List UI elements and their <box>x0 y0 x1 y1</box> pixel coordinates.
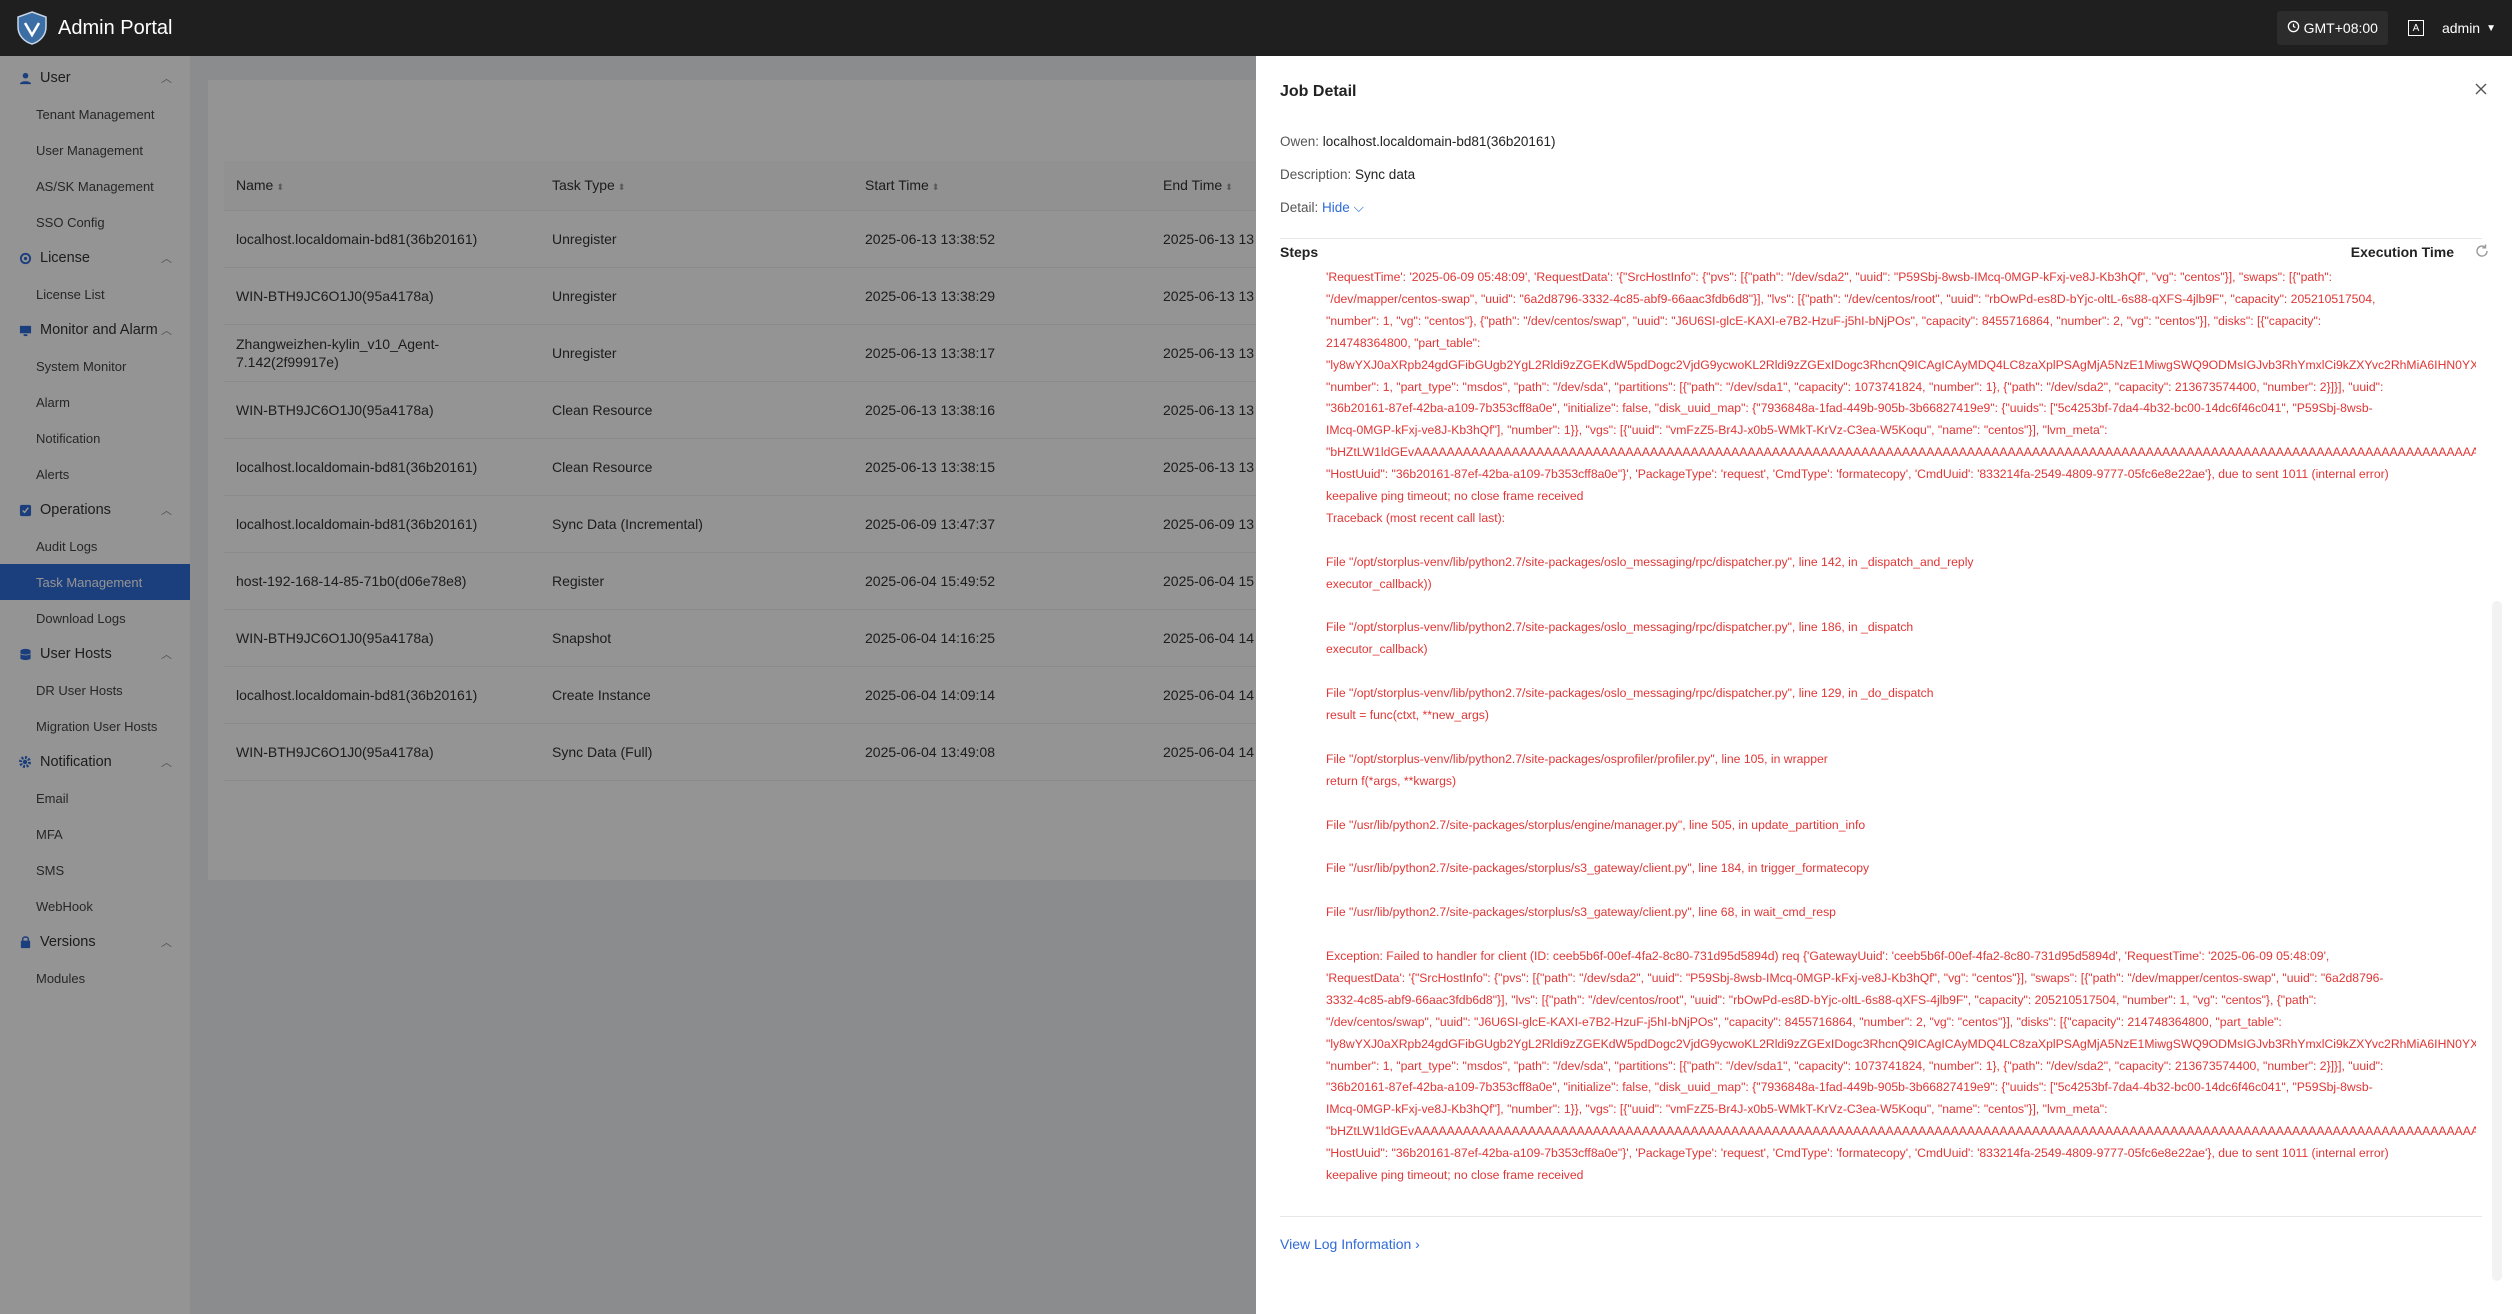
scrollbar[interactable] <box>2492 601 2502 1281</box>
log-line: "bHZtLW1ldGEvAAAAAAAAAAAAAAAAAAAAAAAAAAA… <box>1326 445 2476 460</box>
log-line: "36b20161-87ef-42ba-a109-7b353cff8a0e", … <box>1326 1080 2373 1095</box>
app-title: Admin Portal <box>58 16 173 39</box>
clock-icon <box>2287 20 2300 36</box>
log-line: "number": 1, "vg": "centos"}, {"path": "… <box>1326 313 2322 328</box>
description-row: Description: Sync data <box>1280 167 1415 182</box>
drawer-title: Job Detail <box>1280 83 1357 100</box>
log-line: File "/opt/storplus-venv/lib/python2.7/s… <box>1326 686 1934 701</box>
log-line: Traceback (most recent call last): <box>1326 510 1506 525</box>
log-line: "bHZtLW1ldGEvAAAAAAAAAAAAAAAAAAAAAAAAAAA… <box>1326 1124 2476 1139</box>
log-line: keepalive ping timeout; no close frame r… <box>1326 1168 1584 1183</box>
log-line: IMcq-0MGP-kFxj-ve8J-Kb3hQf"], "number": … <box>1326 1102 2108 1117</box>
log-line: "/dev/mapper/centos-swap", "uuid": "6a2d… <box>1326 291 2376 306</box>
log-line: Exception: Failed to handler for client … <box>1326 948 2330 963</box>
log-line: result = func(ctxt, **new_args) <box>1326 708 1489 723</box>
log-line: return f(*args, **kwargs) <box>1326 773 1457 788</box>
user-menu[interactable]: admin <box>2442 20 2480 36</box>
log-line: File "/opt/storplus-venv/lib/python2.7/s… <box>1326 751 1828 766</box>
log-line: keepalive ping timeout; no close frame r… <box>1326 489 1584 504</box>
divider <box>1280 1216 2482 1217</box>
log-line: IMcq-0MGP-kFxj-ve8J-Kb3hQf"], "number": … <box>1326 423 2108 438</box>
owner-value: localhost.localdomain-bd81(36b20161) <box>1322 134 1556 149</box>
log-line: "ly8wYXJ0aXRpb24gdGFibGUgb2YgL2Rldi9zZGE… <box>1326 357 2476 372</box>
execution-time-label: Execution Time <box>2350 244 2454 260</box>
log-line: executor_callback) <box>1326 642 1428 657</box>
log-line: File "/usr/lib/python2.7/site-packages/s… <box>1326 861 1870 876</box>
log-line: 3332-4c85-abf9-66aac3fdb6d8"}], "lvs": [… <box>1326 992 2317 1007</box>
log-line: 'RequestData': '{"SrcHostInfo": {"pvs": … <box>1326 970 2384 985</box>
log-line: "number": 1, "part_type": "msdos", "path… <box>1326 379 2384 394</box>
timezone-label: GMT+08:00 <box>2303 20 2378 36</box>
owner-row: Owen: localhost.localdomain-bd81(36b2016… <box>1280 134 1555 149</box>
log-line: File "/usr/lib/python2.7/site-packages/s… <box>1326 817 1866 832</box>
view-log-information-link[interactable]: View Log Information › <box>1280 1236 1420 1252</box>
refresh-icon[interactable] <box>2474 243 2490 259</box>
chevron-down-icon: ⌵ <box>1353 200 1364 215</box>
steps-label: Steps <box>1280 244 1319 260</box>
job-detail-drawer: Job Detail Owen: localhost.localdomain-b… <box>1256 56 2512 1314</box>
log-line: File "/opt/storplus-venv/lib/python2.7/s… <box>1326 620 1914 635</box>
log-line: "/dev/centos/swap", "uuid": "J6U6SI-glcE… <box>1326 1014 2282 1029</box>
log-line: "HostUuid": "36b20161-87ef-42ba-a109-7b3… <box>1326 1146 2389 1161</box>
log-line: File "/usr/lib/python2.7/site-packages/s… <box>1326 905 1836 920</box>
detail-label: Detail: <box>1280 200 1319 215</box>
description-label: Description: <box>1280 167 1352 182</box>
log-line: File "/opt/storplus-venv/lib/python2.7/s… <box>1326 554 1974 569</box>
error-log-text: 'RequestTime': '2025-06-09 05:48:09', 'R… <box>1326 267 2476 1257</box>
close-icon[interactable] <box>2474 82 2492 100</box>
chevron-down-icon[interactable]: ▼ <box>2486 23 2496 34</box>
log-line: "ly8wYXJ0aXRpb24gdGFibGUgb2YgL2Rldi9zZGE… <box>1326 1036 2476 1051</box>
log-line: "HostUuid": "36b20161-87ef-42ba-a109-7b3… <box>1326 467 2389 482</box>
language-icon[interactable]: A <box>2407 20 2424 36</box>
log-line: "36b20161-87ef-42ba-a109-7b353cff8a0e", … <box>1326 401 2373 416</box>
divider <box>1280 238 2482 239</box>
log-line: 'RequestTime': '2025-06-09 05:48:09', 'R… <box>1326 270 2333 284</box>
chevron-right-icon: › <box>1415 1236 1420 1252</box>
detail-row: Detail: Hide ⌵ <box>1280 200 1364 216</box>
log-line: executor_callback)) <box>1326 576 1432 591</box>
top-header: Admin Portal GMT+08:00 A admin ▼ <box>0 0 2512 56</box>
owner-label: Owen: <box>1280 134 1320 149</box>
log-line: "number": 1, "part_type": "msdos", "path… <box>1326 1058 2384 1073</box>
description-value: Sync data <box>1355 167 1416 182</box>
timezone-button[interactable]: GMT+08:00 <box>2276 11 2388 45</box>
detail-toggle-link[interactable]: Hide ⌵ <box>1322 200 1364 215</box>
log-line: 214748364800, "part_table": <box>1326 335 1481 350</box>
shield-logo-icon <box>14 10 50 46</box>
